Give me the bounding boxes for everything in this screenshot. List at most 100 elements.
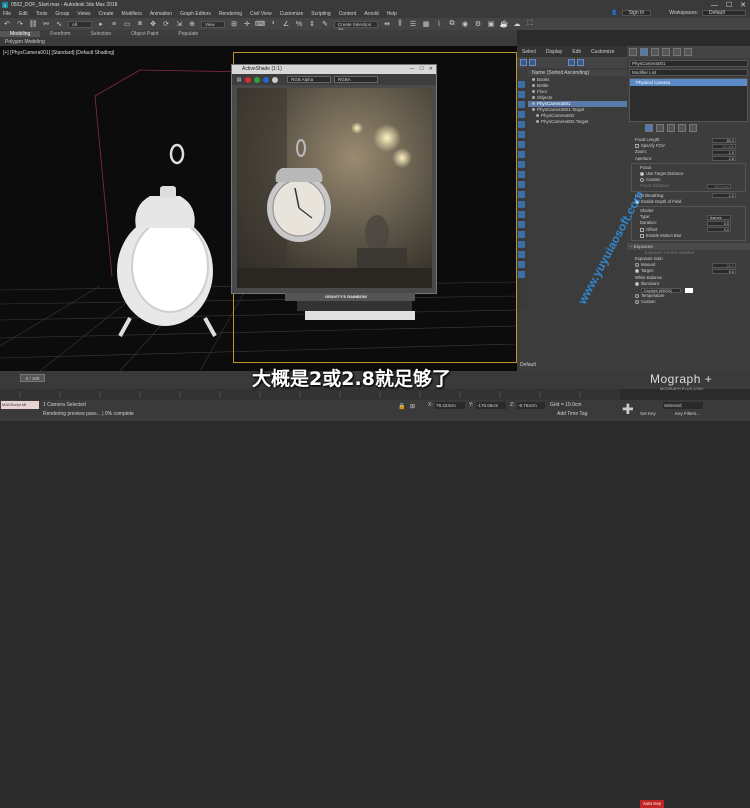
focus-distance-field[interactable]: 300.0cm xyxy=(707,183,731,189)
display-all-icon[interactable] xyxy=(518,81,525,88)
bind-spacewarp-icon[interactable]: ∿ xyxy=(55,20,63,28)
menu-group[interactable]: Group xyxy=(55,11,69,17)
move-icon[interactable]: ✥ xyxy=(149,20,157,28)
menu-edit[interactable]: Edit xyxy=(19,11,28,17)
offset-field[interactable]: 0.0 xyxy=(707,227,731,233)
menu-customize[interactable]: Customize xyxy=(280,11,304,17)
tab-selection[interactable]: Selection xyxy=(81,31,122,37)
toggle-scene-explorer-icon[interactable]: ▦ xyxy=(422,20,430,28)
tab-freeform[interactable]: Freeform xyxy=(40,31,80,37)
tab-modeling[interactable]: Modeling xyxy=(0,31,41,37)
make-unique-icon[interactable] xyxy=(667,124,675,132)
maxscript-listener[interactable]: MAXScript Mi xyxy=(1,401,39,409)
menu-rendering[interactable]: Rendering xyxy=(219,11,242,17)
maximize-button[interactable]: ☐ xyxy=(726,1,732,9)
tab-object-paint[interactable]: Object Paint xyxy=(121,31,168,37)
tab-populate[interactable]: Populate xyxy=(168,31,208,37)
red-channel-toggle[interactable] xyxy=(245,76,251,83)
scene-tree-item[interactable]: PhysCamera002.Target xyxy=(528,119,627,125)
display-shapes-icon[interactable] xyxy=(518,101,525,108)
sign-in-dropdown[interactable]: Sign In xyxy=(621,10,652,16)
modifier-list-dropdown[interactable]: Modifier List xyxy=(629,69,748,76)
layer-explorer-icon[interactable]: ☰ xyxy=(409,20,417,28)
zoom-field[interactable]: 1.0 xyxy=(712,149,736,155)
rgba-dropdown[interactable]: RGBA xyxy=(334,76,378,83)
illuminant-dropdown[interactable]: Daylight (6500K) xyxy=(641,287,681,293)
display-dependents-icon[interactable] xyxy=(518,261,525,268)
filter-icon[interactable] xyxy=(568,59,575,66)
set-key-button[interactable]: Set Key xyxy=(640,411,656,416)
hierarchy-tab-icon[interactable] xyxy=(651,48,659,56)
render-production-icon[interactable]: ☕ xyxy=(500,20,509,28)
abs-relative-icon[interactable]: ⊞ xyxy=(410,403,415,410)
illuminant-swatch[interactable] xyxy=(685,287,693,293)
display-spacewarps-icon[interactable] xyxy=(518,141,525,148)
target-field[interactable]: 6.0 xyxy=(712,268,736,274)
curve-editor-icon[interactable]: ⌇ xyxy=(435,20,443,28)
temperature-radio[interactable] xyxy=(635,294,639,299)
show-end-result-icon[interactable] xyxy=(656,124,664,132)
configure-sets-icon[interactable] xyxy=(689,124,697,132)
render-setup-icon[interactable]: ⚙ xyxy=(474,20,482,28)
lock-selection-icon[interactable]: 🔒 xyxy=(398,403,405,410)
display-invert-icon[interactable] xyxy=(518,231,525,238)
custom-focus-radio[interactable] xyxy=(640,178,644,183)
tab-edit[interactable]: Edit xyxy=(567,49,586,55)
pin-stack-icon[interactable] xyxy=(645,124,653,132)
remove-modifier-icon[interactable] xyxy=(678,124,686,132)
align-icon[interactable]: ⫼ xyxy=(396,20,404,28)
menu-create[interactable]: Create xyxy=(99,11,114,17)
visibility-eye-icon[interactable] xyxy=(532,108,535,112)
display-groups-icon[interactable] xyxy=(518,151,525,158)
spinner-snap-icon[interactable]: ⇕ xyxy=(308,20,316,28)
redo-icon[interactable]: ↷ xyxy=(16,20,24,28)
activeshade-maximize-button[interactable]: ☐ xyxy=(419,66,423,72)
link-icon[interactable]: ⛓ xyxy=(29,20,38,28)
duration-field[interactable]: 0.5 xyxy=(707,220,731,226)
object-name-field[interactable]: PhysCamera001 xyxy=(629,60,748,67)
illuminant-radio[interactable] xyxy=(635,281,639,286)
menu-file[interactable]: File xyxy=(3,11,11,17)
add-time-tag-button[interactable]: Add Time Tag xyxy=(557,411,587,417)
render-in-cloud-icon[interactable]: ☁ xyxy=(513,20,521,28)
utilities-tab-icon[interactable] xyxy=(684,48,692,56)
activeshade-close-button[interactable]: ✕ xyxy=(429,66,433,72)
angle-snap-icon[interactable]: ∠ xyxy=(282,20,290,28)
select-icon[interactable] xyxy=(520,59,527,66)
motion-blur-checkbox[interactable] xyxy=(640,233,644,238)
rotate-icon[interactable]: ⟳ xyxy=(162,20,170,28)
viewport-label[interactable]: [+] [PhysCamera001] [Standard] [Default … xyxy=(3,50,114,56)
tab-display[interactable]: Display xyxy=(541,49,567,55)
a360-gallery-icon[interactable]: ⛶ xyxy=(526,20,534,28)
modifier-stack-item[interactable]: Physical Camera xyxy=(630,79,747,86)
menu-scripting[interactable]: Scripting xyxy=(311,11,330,17)
layer-dropdown[interactable]: Default xyxy=(520,362,536,368)
selected-keys-dropdown[interactable]: Selected xyxy=(663,402,703,409)
visibility-eye-icon[interactable] xyxy=(532,84,535,88)
minimize-button[interactable]: — xyxy=(711,2,718,9)
sync-selection-icon[interactable] xyxy=(518,271,525,278)
visibility-eye-icon[interactable] xyxy=(532,96,535,100)
menu-help[interactable]: Help xyxy=(387,11,397,17)
green-channel-toggle[interactable] xyxy=(254,76,260,83)
menu-tools[interactable]: Tools xyxy=(36,11,48,17)
use-target-distance-radio[interactable] xyxy=(640,172,644,177)
menu-civil-view[interactable]: Civil View xyxy=(250,11,272,17)
display-hidden-icon[interactable] xyxy=(518,201,525,208)
select-manipulate-icon[interactable]: ✛ xyxy=(243,20,251,28)
select-object-icon[interactable]: ▸ xyxy=(97,20,105,28)
pivot-icon[interactable]: ⊞ xyxy=(230,20,238,28)
material-editor-icon[interactable]: ◉ xyxy=(461,20,469,28)
find-icon[interactable] xyxy=(529,59,536,66)
place-icon[interactable]: ⊕ xyxy=(188,20,196,28)
alpha-channel-toggle[interactable] xyxy=(272,76,278,83)
lens-breathing-field[interactable]: 1.0 xyxy=(712,193,736,199)
exposure-rollout-header[interactable]: − Exposure xyxy=(627,242,750,250)
custom-wb-radio[interactable] xyxy=(635,300,639,305)
menu-graph-editors[interactable]: Graph Editors xyxy=(180,11,211,17)
menu-modifiers[interactable]: Modifiers xyxy=(122,11,142,17)
create-tab-icon[interactable] xyxy=(629,48,637,56)
focal-length-field[interactable]: 80.0 xyxy=(712,137,736,143)
unlink-icon[interactable]: ⚯ xyxy=(42,20,50,28)
display-children-icon[interactable] xyxy=(518,241,525,248)
